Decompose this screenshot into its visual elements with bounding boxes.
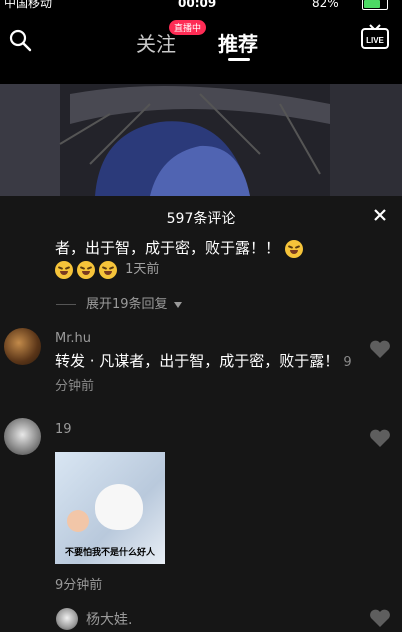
- active-tab-indicator: [228, 58, 250, 61]
- battery-icon: [362, 0, 388, 10]
- comment-author[interactable]: 19: [55, 422, 72, 437]
- expand-replies-button[interactable]: 展开19条回复: [56, 293, 182, 312]
- clock: 00:09: [178, 0, 217, 10]
- comments-count-title: 597条评论: [166, 211, 236, 227]
- avatar[interactable]: [4, 328, 41, 365]
- tab-recommend[interactable]: 推荐: [218, 28, 258, 57]
- battery-percent: 82%: [312, 0, 339, 10]
- close-icon[interactable]: [372, 207, 388, 223]
- comments-panel: 597条评论 者，出于智，成于密，败于露！！ 1天前 展开19条回复 Mr.hu…: [0, 196, 402, 632]
- live-status-badge: 直播中: [169, 20, 207, 35]
- avatar[interactable]: [56, 608, 78, 630]
- comment-time: 9分钟前: [55, 578, 103, 593]
- carrier-label: 中国移动: [4, 0, 53, 10]
- comment-author[interactable]: 杨大娃.: [86, 609, 132, 629]
- comment-time: 1天前: [125, 262, 160, 277]
- status-bar: 中国移动 00:09 82%: [0, 0, 402, 12]
- divider: [56, 304, 76, 305]
- search-icon[interactable]: [8, 28, 32, 52]
- like-heart-icon[interactable]: [369, 428, 391, 448]
- like-heart-icon[interactable]: [369, 608, 391, 628]
- battery-fill: [364, 0, 380, 8]
- cat-face: [95, 484, 143, 530]
- video-frame[interactable]: [0, 84, 402, 196]
- comment-text-continued: 者，出于智，成于密，败于露！！: [55, 238, 307, 258]
- live-tv-label: LIVE: [366, 36, 384, 45]
- laughing-emoji-icon: [99, 260, 117, 279]
- comment-image[interactable]: 不要怕我不是什么好人: [55, 452, 165, 564]
- expand-replies-label: 展开19条回复: [86, 297, 168, 312]
- comment-continued-text: 者，出于智，成于密，败于露！！: [55, 239, 281, 257]
- laughing-emoji-icon: [284, 239, 303, 258]
- cat-paw: [67, 510, 89, 532]
- live-tv-icon[interactable]: LIVE: [360, 24, 390, 50]
- video-thumbnail: [0, 84, 402, 196]
- comment-body: 转发 · 凡谋者，出于智，成于密，败于露！: [55, 352, 340, 370]
- like-heart-icon[interactable]: [369, 339, 391, 359]
- comment-author[interactable]: Mr.hu: [55, 331, 91, 346]
- laughing-emoji-icon: [55, 260, 73, 279]
- laughing-emoji-icon: [77, 260, 95, 279]
- image-caption: 不要怕我不是什么好人: [64, 548, 155, 558]
- comment-text: 转发 · 凡谋者，出于智，成于密，败于露！ 9分钟前: [55, 350, 355, 398]
- top-nav: 关注 直播中 推荐 LIVE: [0, 12, 402, 84]
- avatar[interactable]: [4, 418, 41, 455]
- comment-continued-meta: 1天前: [55, 260, 159, 280]
- chevron-down-icon: [173, 301, 182, 308]
